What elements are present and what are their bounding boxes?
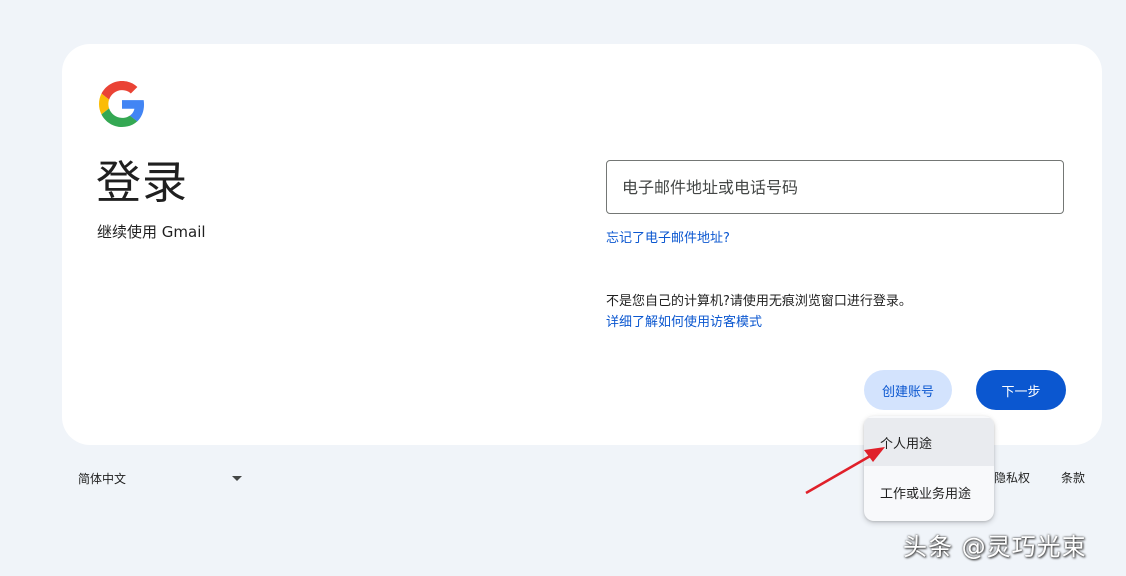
- terms-link[interactable]: 条款: [1061, 469, 1085, 486]
- caret-down-icon: [232, 475, 242, 481]
- login-card: 登录 继续使用 Gmail 忘记了电子邮件地址? 不是您自己的计算机?请使用无痕…: [62, 44, 1102, 445]
- language-label: 简体中文: [78, 471, 127, 486]
- private-window-notice: 不是您自己的计算机?请使用无痕浏览窗口进行登录。: [606, 294, 912, 309]
- watermark: 头条 @灵巧光束: [903, 533, 1087, 561]
- page-title: 登录: [96, 156, 189, 209]
- next-button[interactable]: 下一步: [976, 370, 1066, 410]
- menu-item-work[interactable]: 工作或业务用途: [864, 468, 994, 516]
- account-type-menu: 个人用途 工作或业务用途: [864, 416, 994, 521]
- google-logo-icon: [99, 81, 145, 127]
- menu-item-personal[interactable]: 个人用途: [864, 418, 994, 466]
- guest-mode-link[interactable]: 详细了解如何使用访客模式: [606, 311, 762, 330]
- page-subtitle: 继续使用 Gmail: [97, 223, 206, 241]
- create-account-button[interactable]: 创建账号: [864, 370, 952, 410]
- privacy-link[interactable]: 隐私权: [994, 469, 1030, 486]
- forgot-email-link[interactable]: 忘记了电子邮件地址?: [606, 227, 730, 246]
- email-field[interactable]: [606, 160, 1064, 214]
- language-selector[interactable]: 简体中文: [68, 466, 252, 490]
